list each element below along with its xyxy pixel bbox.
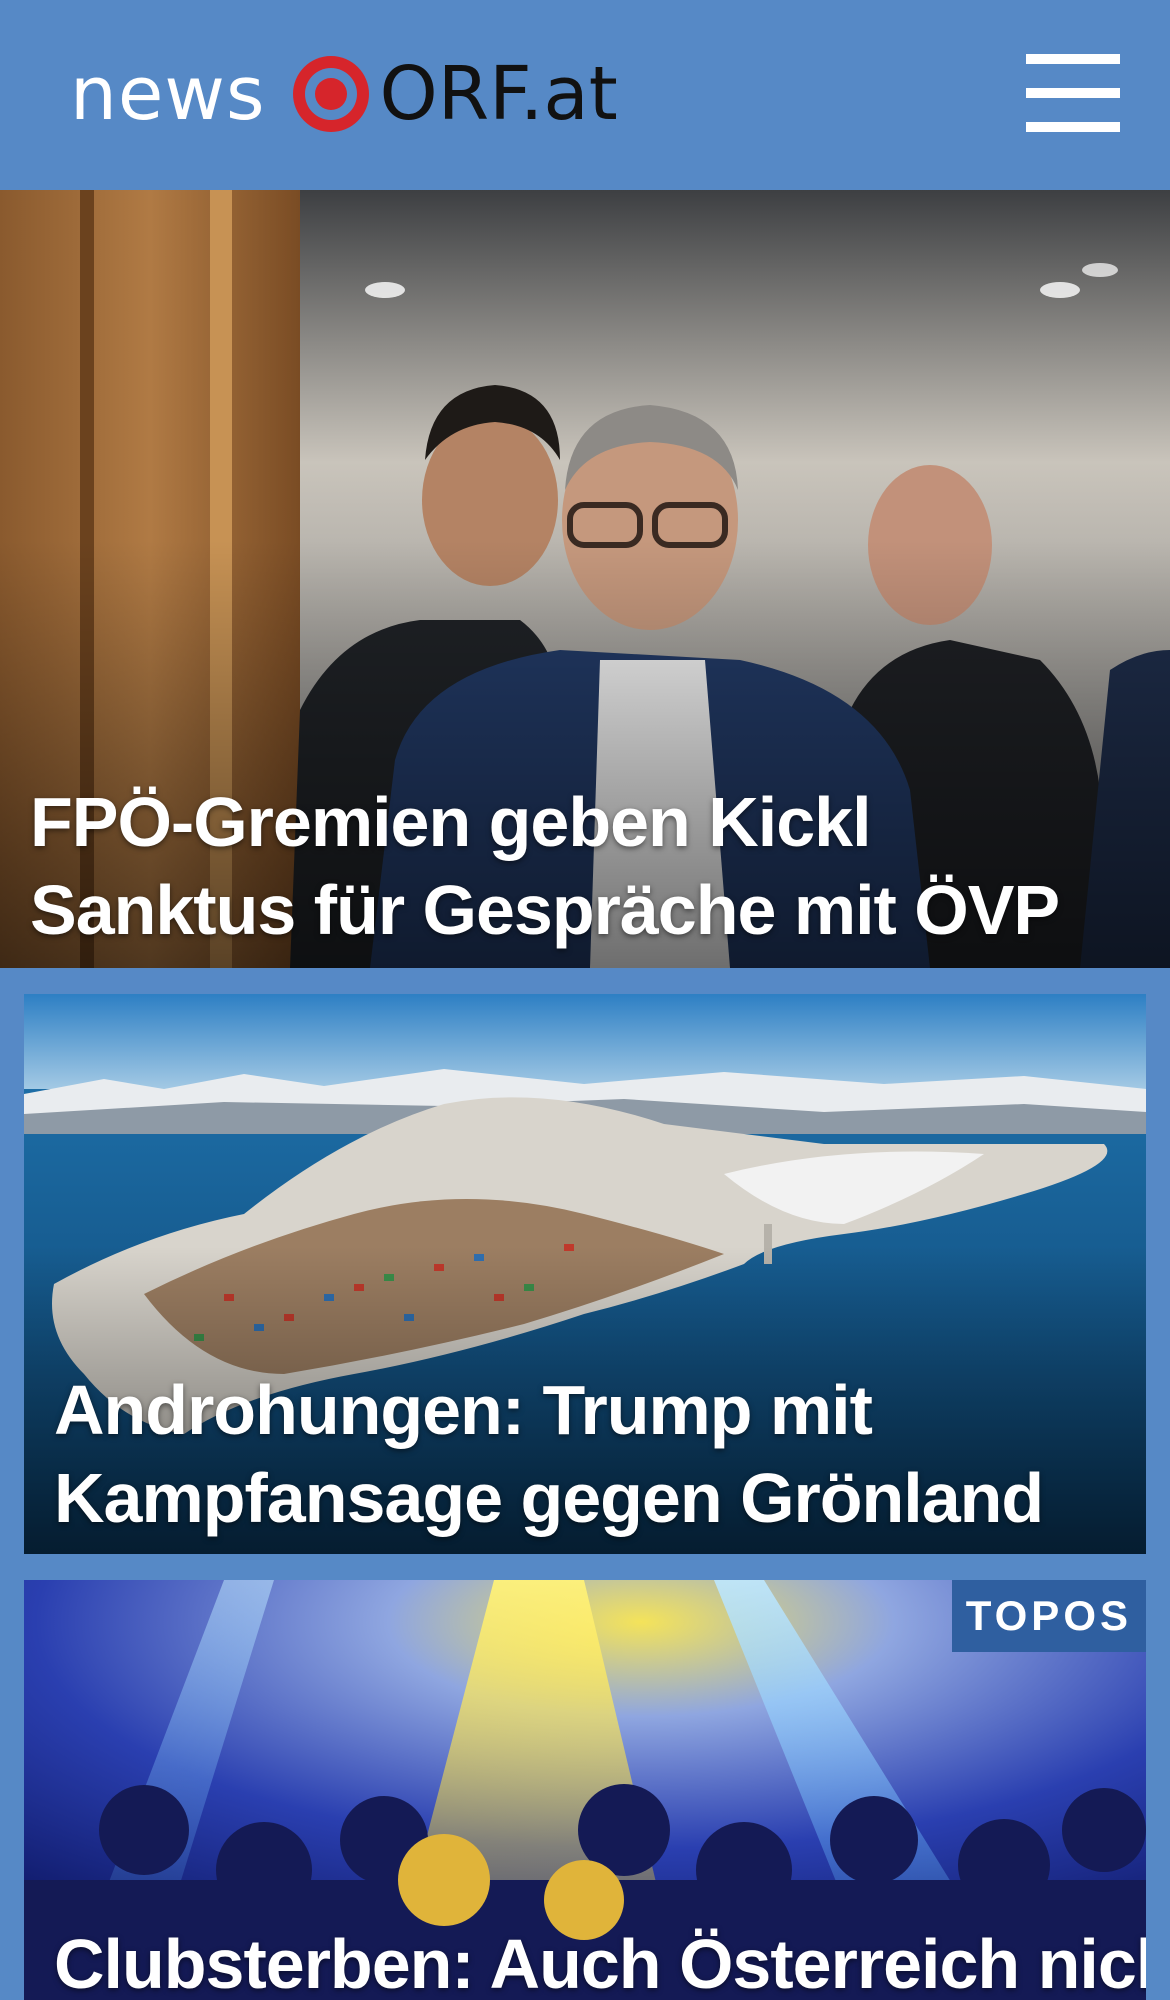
story-headline-clubsterben[interactable]: Clubsterben: Auch Österreich nicht (54, 1920, 1146, 2000)
lead-story-headline[interactable]: FPÖ-Gremien geben Kickl Sanktus für Gesp… (30, 778, 1140, 954)
story-card-greenland[interactable]: Androhungen: Trump mit Kampfansage gegen… (24, 994, 1146, 1554)
logo-news-text: news (70, 51, 266, 137)
logo-orf-text: ORF.at (379, 51, 618, 137)
hamburger-menu-icon[interactable] (1024, 50, 1124, 138)
story-card-clubsterben[interactable]: TOPOS Clubsterben: Auch Österreich nicht (24, 1580, 1146, 2000)
newsorf-logo[interactable]: news ORF.at (70, 48, 618, 140)
lead-story-card[interactable]: FPÖ-Gremien geben Kickl Sanktus für Gesp… (0, 190, 1170, 968)
story-headline-greenland[interactable]: Androhungen: Trump mit Kampfansage gegen… (54, 1366, 1114, 1542)
site-header: news ORF.at (0, 0, 1170, 190)
topos-badge: TOPOS (951, 1580, 1146, 1652)
orf-eye-icon (292, 56, 369, 132)
